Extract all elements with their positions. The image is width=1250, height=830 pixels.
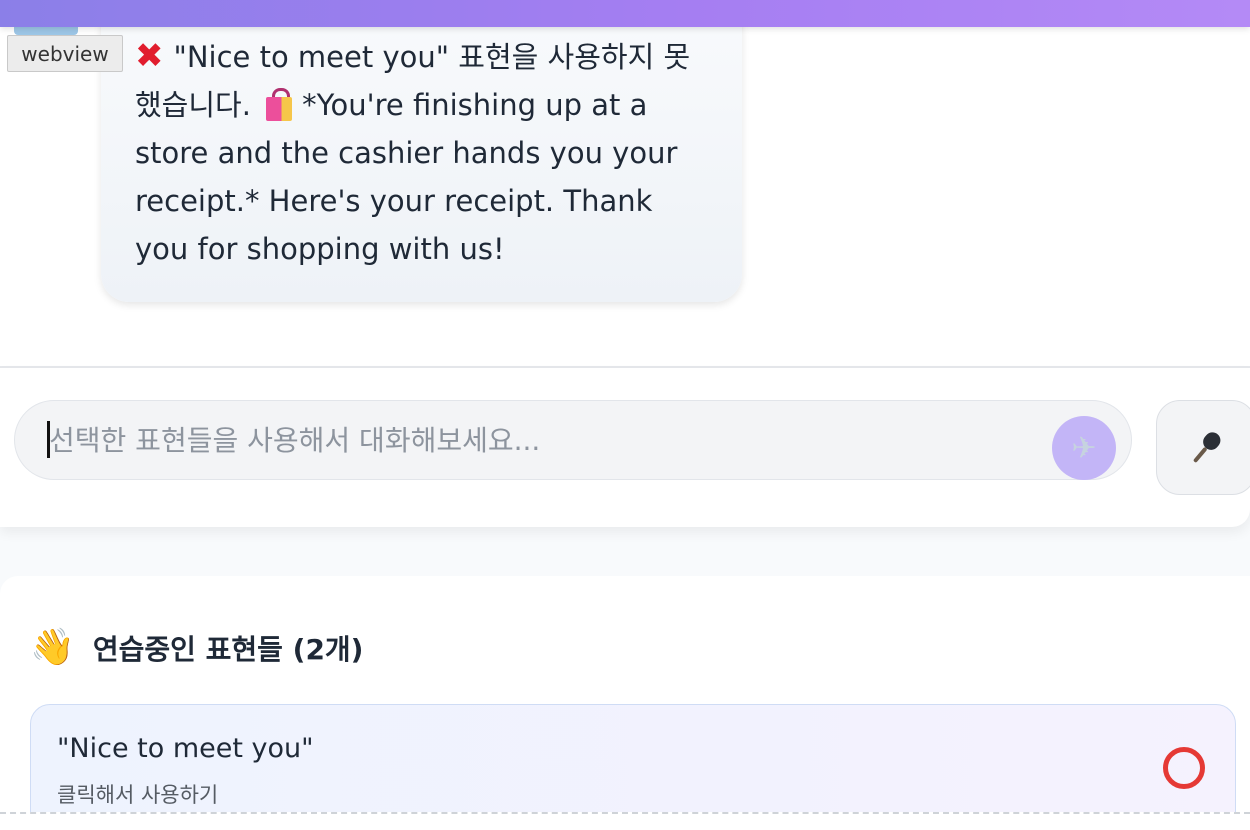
microphone-icon [1181, 422, 1232, 473]
airplane-icon: ✈ [1071, 430, 1097, 466]
expression-text: "Nice to meet you" [57, 733, 314, 764]
app-header-bar [0, 0, 1250, 27]
shopping-bags-icon [264, 87, 294, 121]
practice-header: 👋 연습중인 표현들 (2개) [30, 626, 363, 670]
webview-debug-tag: webview [7, 35, 123, 72]
cross-mark-icon: ✖ [135, 36, 164, 76]
bottom-edge [0, 812, 1250, 830]
text-caret [47, 421, 50, 458]
send-button[interactable]: ✈ [1052, 416, 1116, 480]
hollow-red-circle-icon [1163, 747, 1205, 789]
assistant-message-bubble: ✖ "Nice to meet you" 표현을 사용하지 못했습니다. *You… [101, 14, 742, 302]
app-page: ✖ "Nice to meet you" 표현을 사용하지 못했습니다. *You… [0, 0, 1250, 830]
practice-title: 연습중인 표현들 (2개) [92, 633, 364, 666]
waving-hand-icon: 👋 [30, 627, 75, 668]
expression-hint: 클릭해서 사용하기 [57, 783, 219, 807]
mic-button[interactable] [1156, 400, 1250, 495]
message-input[interactable] [14, 400, 1132, 480]
chat-area: ✖ "Nice to meet you" 표현을 사용하지 못했습니다. *You… [0, 0, 1250, 367]
avatar [14, 27, 78, 35]
practice-expressions-panel: 👋 연습중인 표현들 (2개) "Nice to meet you" 클릭해서 … [0, 576, 1250, 830]
composer-panel: ✈ [0, 368, 1250, 527]
